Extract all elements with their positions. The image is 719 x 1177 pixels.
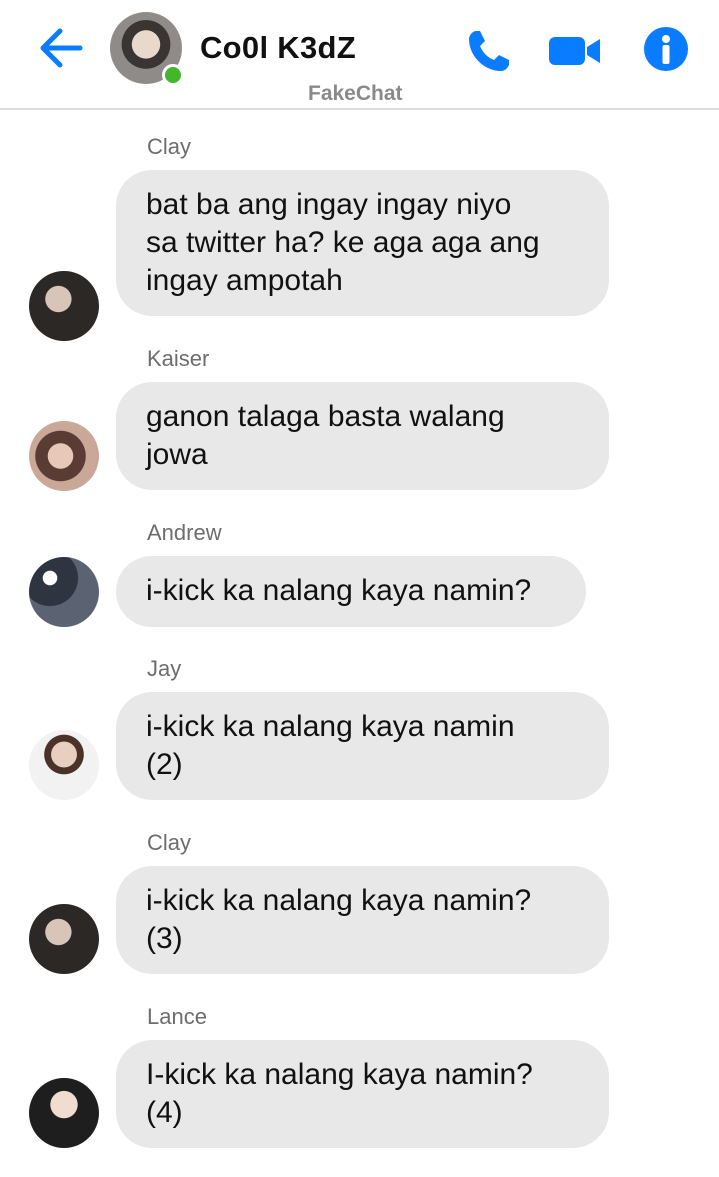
message-bubble[interactable]: I-kick ka nalang kaya namin? (4) — [116, 1040, 609, 1148]
online-status-indicator — [162, 64, 184, 86]
sender-avatar[interactable] — [29, 421, 99, 491]
message-bubble[interactable]: i-kick ka nalang kaya namin? — [116, 556, 586, 627]
back-arrow-icon[interactable] — [36, 26, 86, 70]
sender-name: Clay — [147, 134, 192, 159]
sender-avatar[interactable] — [29, 557, 99, 627]
sender-name: Jay — [147, 656, 182, 681]
chat-title[interactable]: Co0l K3dZ — [200, 30, 356, 66]
chat-header: Co0l K3dZ FakeChat — [0, 0, 719, 110]
message-bubble[interactable]: i-kick ka nalang kaya namin? (3) — [116, 866, 609, 974]
sender-name: Lance — [147, 1004, 207, 1029]
message-bubble[interactable]: bat ba ang ingay ingay niyo sa twitter h… — [116, 170, 609, 316]
sender-avatar[interactable] — [29, 271, 99, 341]
message-bubble[interactable]: ganon talaga basta walang jowa — [116, 382, 609, 490]
sender-avatar[interactable] — [29, 730, 99, 800]
sender-avatar[interactable] — [29, 904, 99, 974]
chat-subtitle: FakeChat — [308, 82, 403, 105]
video-camera-icon[interactable] — [548, 26, 600, 76]
sender-name: Clay — [147, 830, 192, 855]
phone-icon[interactable] — [464, 26, 514, 76]
sender-avatar[interactable] — [29, 1078, 99, 1148]
message-bubble[interactable]: i-kick ka nalang kaya namin (2) — [116, 692, 609, 800]
sender-name: Andrew — [147, 520, 222, 545]
group-avatar[interactable] — [110, 12, 184, 86]
info-icon[interactable] — [643, 26, 693, 76]
sender-name: Kaiser — [147, 346, 210, 371]
